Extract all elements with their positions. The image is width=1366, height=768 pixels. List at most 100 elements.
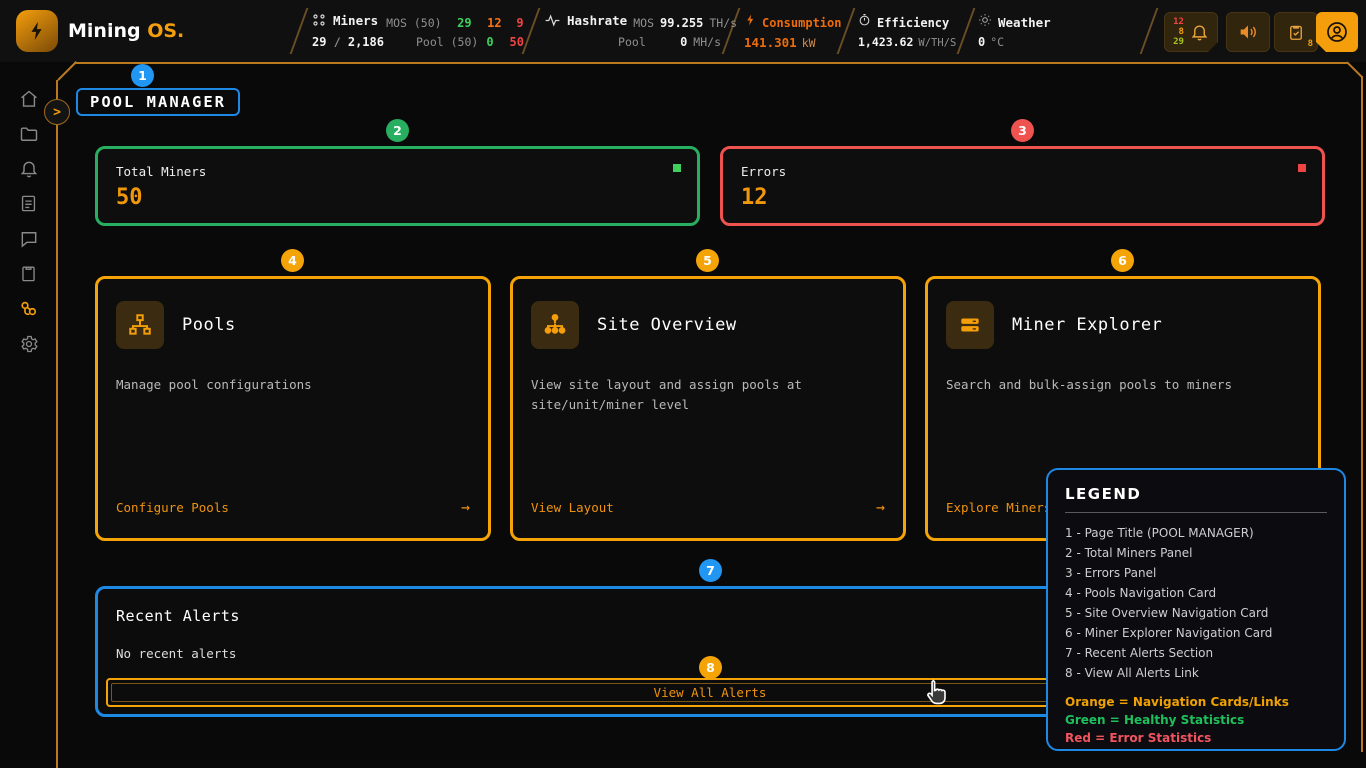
site-overview-card[interactable]: Site Overview View site layout and assig… (510, 276, 906, 541)
configure-pools-link[interactable]: Configure Pools → (116, 498, 470, 516)
pool-ok-count: 0 (486, 35, 493, 49)
legend-item: 6 - Miner Explorer Navigation Card (1065, 623, 1327, 643)
mining-os-app: Mining OS. Miners MOS (50) 29 (0, 0, 1366, 768)
panel-value: 12 (741, 185, 1304, 210)
user-icon (1325, 20, 1349, 44)
frame-left-line (56, 80, 58, 768)
hashrate-pool-unit: MH/s (693, 35, 721, 49)
card-description: Manage pool configurations (116, 375, 470, 395)
annotation-badge-4: 4 (281, 249, 304, 272)
card-description: View site layout and assign pools at sit… (531, 375, 885, 415)
weather-unit: °C (990, 35, 1004, 49)
sidebar-item-documents[interactable] (17, 192, 41, 215)
chevron-right-icon: > (53, 105, 61, 120)
server-rack-icon (946, 301, 994, 349)
mos-error-count: 9 (510, 16, 524, 30)
annotation-badge-7: 7 (699, 559, 722, 582)
sidebar-item-pools-active[interactable] (17, 297, 41, 320)
stopwatch-icon (858, 13, 871, 27)
miners-nodes-icon (312, 13, 326, 27)
legend-overlay: LEGEND 1 - Page Title (POOL MANAGER) 2 -… (1046, 468, 1346, 751)
brand-name: Mining OS. (68, 20, 184, 42)
view-all-label: View All Alerts (654, 685, 767, 700)
sidebar-expand-button[interactable]: > (44, 99, 70, 125)
sidebar-item-home[interactable] (17, 87, 41, 110)
mos-warning-count: 12 (480, 16, 502, 30)
brand-logo: Mining OS. (16, 10, 184, 52)
frame-corner-diagonal (57, 61, 76, 80)
legend-divider (1065, 512, 1327, 513)
top-bar: Mining OS. Miners MOS (50) 29 (0, 0, 1366, 62)
legend-item: 8 - View All Alerts Link (1065, 663, 1327, 683)
sidebar-item-notifications[interactable] (17, 157, 41, 180)
status-dot (673, 164, 681, 172)
sidebar-item-settings[interactable] (17, 332, 41, 355)
frame-right-line (1361, 76, 1363, 752)
efficiency-unit: W/TH/S (918, 37, 956, 49)
user-account-button[interactable] (1316, 12, 1358, 52)
sidebar-item-messages[interactable] (17, 227, 41, 250)
hashrate-stat: Hashrate MOS 99.255 TH/s Pool 0 MH/s (545, 0, 721, 62)
clipboard-check-icon (1287, 23, 1305, 42)
card-title: Site Overview (597, 315, 737, 335)
total-miners-panel: Total Miners 50 (95, 146, 700, 226)
header-divider (1140, 8, 1159, 54)
legend-item: 2 - Total Miners Panel (1065, 543, 1327, 563)
audio-button[interactable] (1226, 12, 1270, 52)
efficiency-stat: Efficiency 1,423.62 W/TH/S (858, 0, 960, 62)
miners-label: Miners (333, 13, 378, 28)
legend-note-red: Red = Error Statistics (1065, 729, 1327, 747)
annotation-badge-2: 2 (386, 119, 409, 142)
panel-value: 50 (116, 185, 679, 210)
legend-note-green: Green = Healthy Statistics (1065, 711, 1327, 729)
consumption-stat: Consumption 141.301 kW (744, 0, 844, 62)
header-divider (722, 8, 741, 54)
hashrate-mos-key: MOS (633, 16, 654, 30)
annotation-badge-1: 1 (131, 64, 154, 87)
view-layout-link[interactable]: View Layout → (531, 498, 885, 516)
consumption-unit: kW (802, 36, 816, 50)
panel-title: Errors (741, 164, 1304, 179)
tasks-count-badge: 8 (1308, 39, 1313, 49)
bell-icon (1190, 23, 1209, 42)
count-separator: / (334, 35, 341, 49)
consumption-value: 141.301 (744, 35, 797, 50)
notification-counts: 12 8 29 (1173, 17, 1184, 47)
legend-note-orange: Orange = Navigation Cards/Links (1065, 693, 1327, 711)
legend-item: 1 - Page Title (POOL MANAGER) (1065, 523, 1327, 543)
hashrate-label: Hashrate (567, 13, 627, 28)
org-chart-icon (531, 301, 579, 349)
legend-item: 7 - Recent Alerts Section (1065, 643, 1327, 663)
miners-count: 29 (312, 35, 326, 49)
weather-label: Weather (998, 15, 1051, 30)
annotation-badge-6: 6 (1111, 249, 1134, 272)
hashrate-mos-value: 99.255 (660, 16, 703, 30)
header-divider (290, 8, 309, 54)
annotation-badge-8: 8 (699, 656, 722, 679)
header-divider (522, 8, 541, 54)
weather-value: 0 (978, 35, 985, 49)
miners-total: 2,186 (348, 35, 384, 49)
activity-pulse-icon (545, 14, 560, 27)
hashrate-pool-key: Pool (618, 35, 646, 49)
card-description: Search and bulk-assign pools to miners (946, 375, 1300, 395)
legend-title: LEGEND (1065, 485, 1327, 503)
sitemap-icon (116, 301, 164, 349)
lightning-bolt-icon (744, 13, 757, 27)
mos-online-count: 29 (450, 16, 472, 30)
sidebar-item-tasks[interactable] (17, 262, 41, 285)
efficiency-value: 1,423.62 (858, 35, 913, 49)
legend-item: 4 - Pools Navigation Card (1065, 583, 1327, 603)
arrow-right-icon: → (461, 498, 470, 516)
efficiency-label: Efficiency (877, 16, 949, 30)
arrow-right-icon: → (876, 498, 885, 516)
pools-card[interactable]: Pools Manage pool configurations Configu… (95, 276, 491, 541)
sun-icon (978, 13, 992, 27)
tasks-button[interactable]: 8 (1274, 12, 1318, 52)
speaker-icon (1238, 23, 1258, 41)
sidebar-item-folders[interactable] (17, 122, 41, 145)
notifications-button[interactable]: 12 8 29 (1164, 12, 1218, 52)
legend-item: 3 - Errors Panel (1065, 563, 1327, 583)
legend-item: 5 - Site Overview Navigation Card (1065, 603, 1327, 623)
status-dot (1298, 164, 1306, 172)
